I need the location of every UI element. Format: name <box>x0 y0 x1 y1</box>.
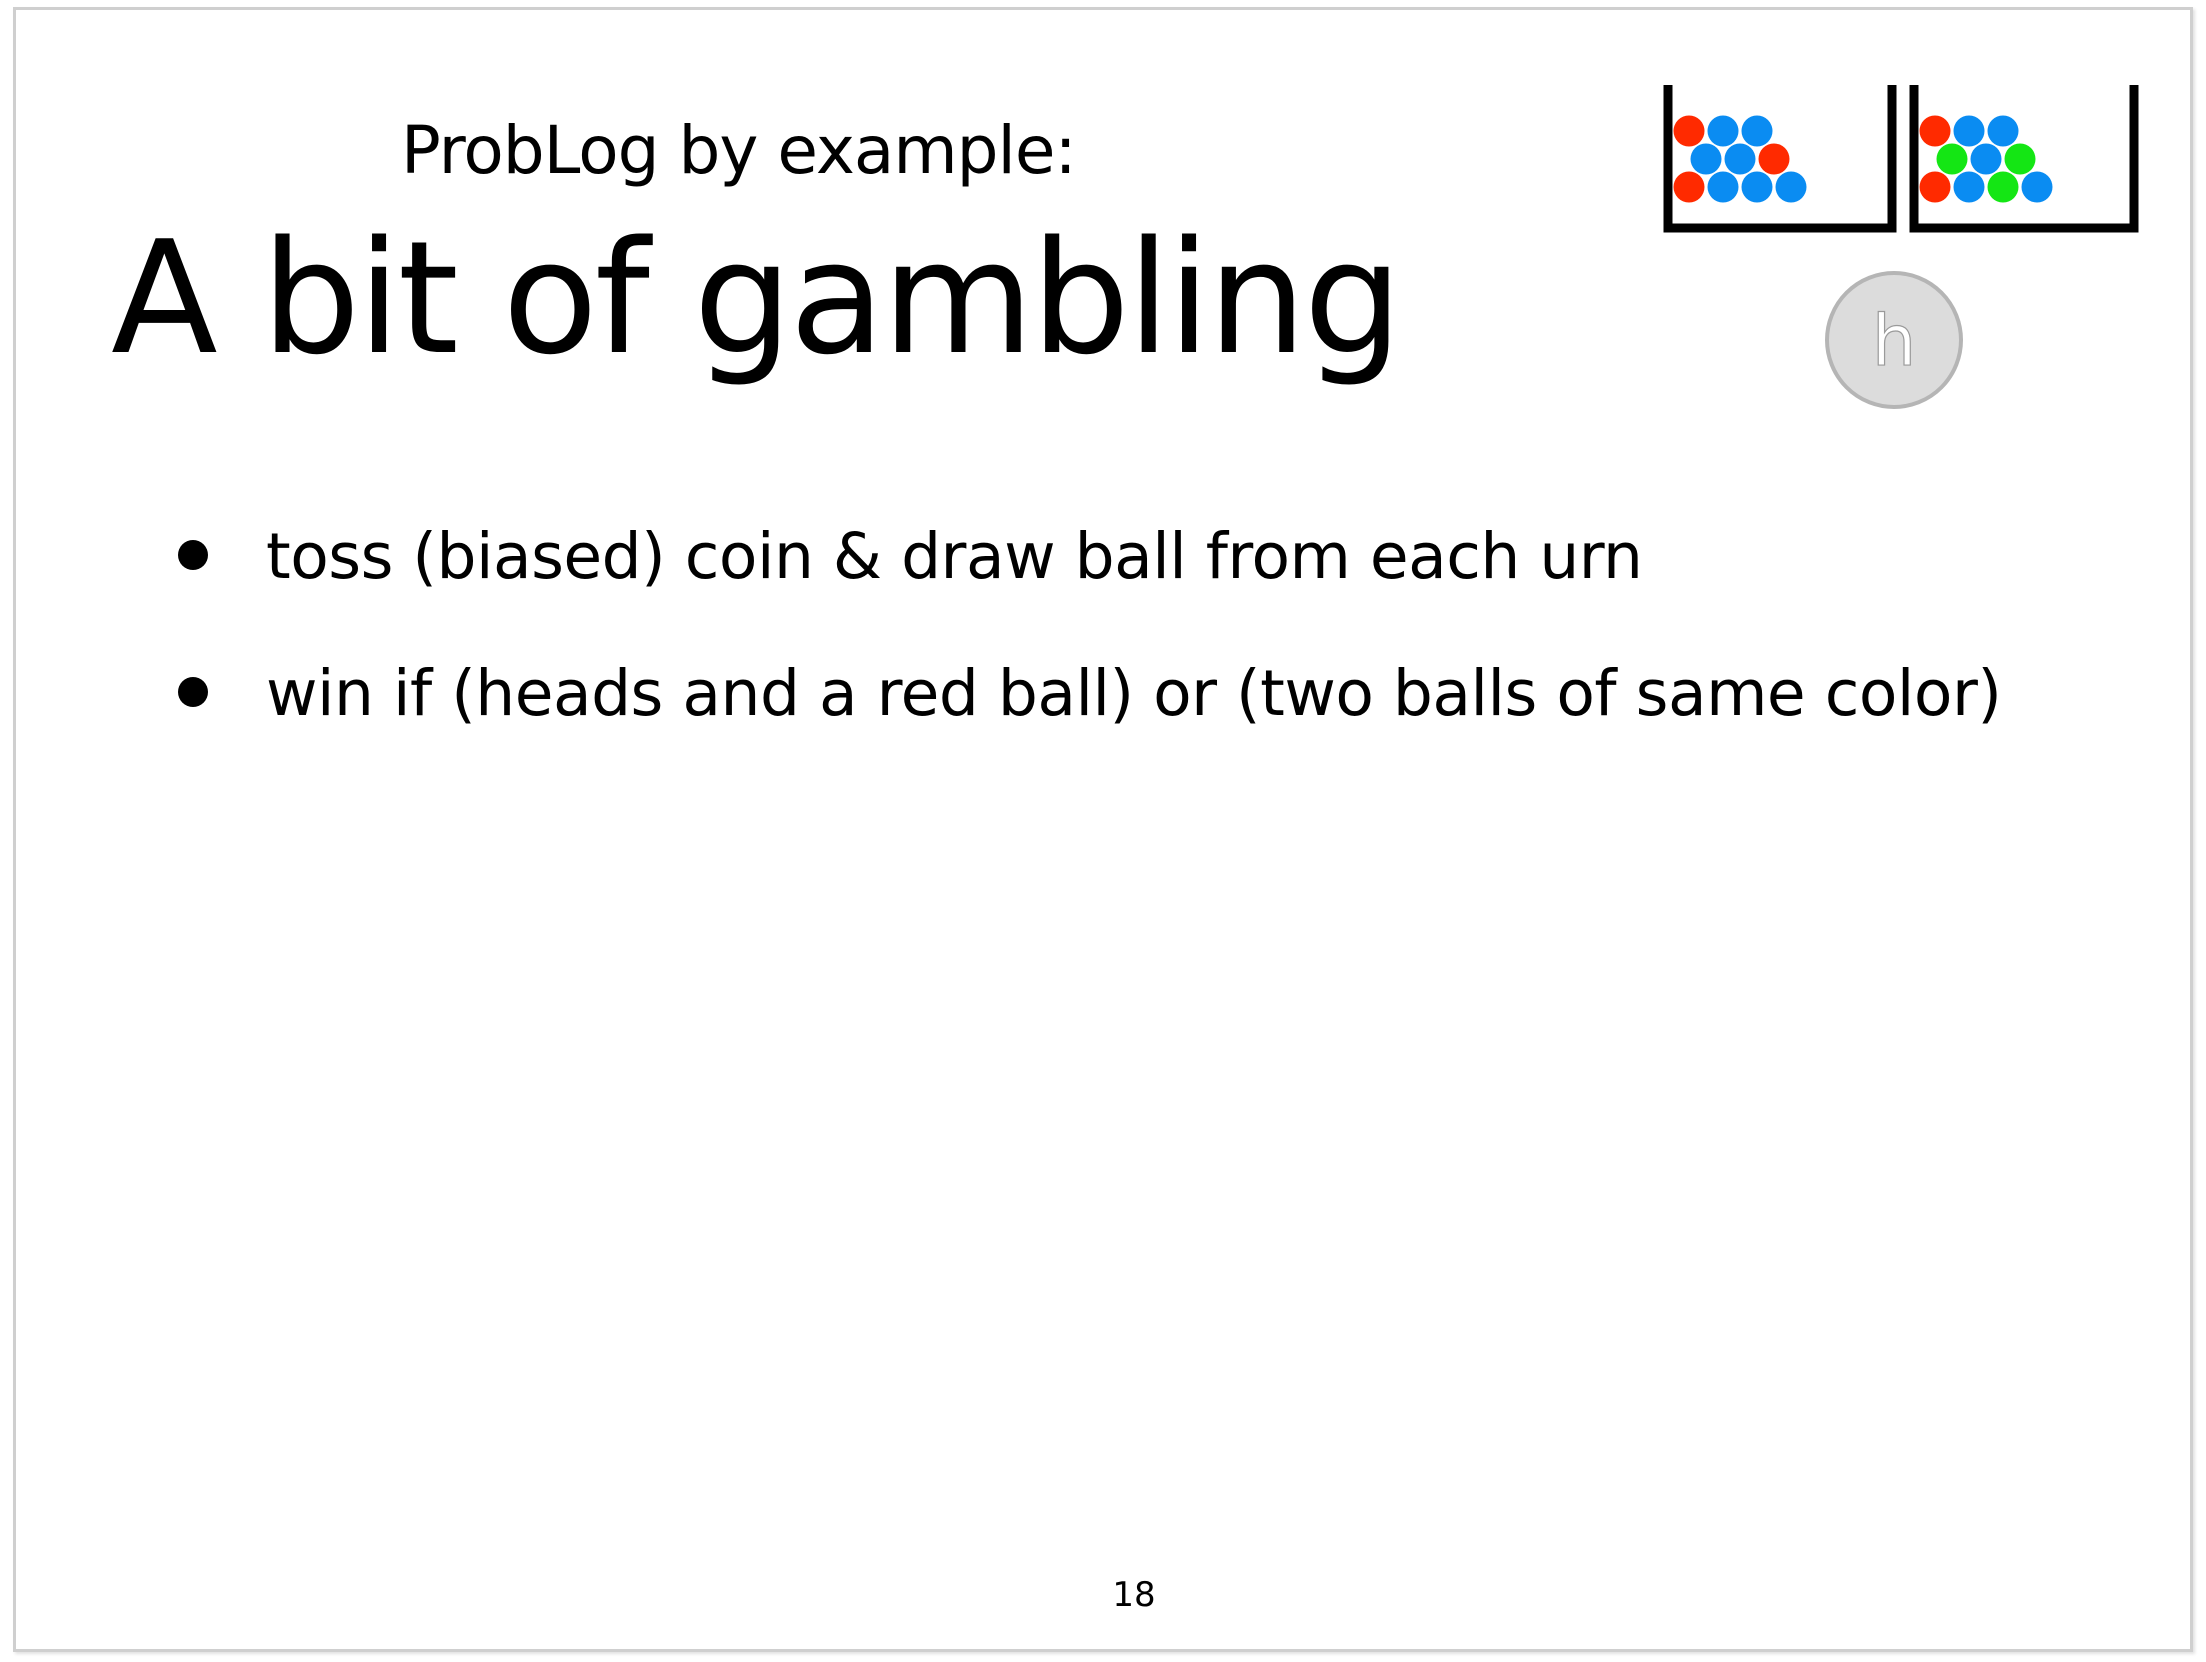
urn-right-balls <box>1919 115 2053 203</box>
bullet-dot-icon <box>178 677 208 707</box>
blue-ball <box>1724 143 1756 175</box>
slide: ProbLog by example: A bit of gambling to… <box>13 7 2193 1652</box>
blue-ball <box>1741 115 1773 147</box>
slide-title: A bit of gambling <box>111 207 1403 389</box>
bullet-text: win if (heads and a red ball) or (two ba… <box>266 657 2002 730</box>
urns-illustration <box>1663 85 2139 233</box>
red-ball <box>1673 115 1705 147</box>
blue-ball <box>1707 171 1739 203</box>
coin-icon: h <box>1825 271 1963 409</box>
green-ball <box>1936 143 1968 175</box>
green-ball <box>1987 171 2019 203</box>
blue-ball <box>1707 115 1739 147</box>
bullet-text: toss (biased) coin & draw ball from each… <box>266 520 1643 593</box>
blue-ball <box>1987 115 2019 147</box>
page-number: 18 <box>1112 1575 1156 1615</box>
red-ball <box>1919 115 1951 147</box>
green-ball <box>2004 143 2036 175</box>
red-ball <box>1758 143 1790 175</box>
blue-ball <box>1970 143 2002 175</box>
coin-label: h <box>1872 300 1916 382</box>
blue-ball <box>1690 143 1722 175</box>
blue-ball <box>1741 171 1773 203</box>
slide-subtitle: ProbLog by example: <box>401 112 1077 189</box>
blue-ball <box>1775 171 1807 203</box>
bullet-dot-icon <box>178 540 208 570</box>
blue-ball <box>1953 115 1985 147</box>
blue-ball <box>1953 171 1985 203</box>
blue-ball <box>2021 171 2053 203</box>
urn-left <box>1663 85 1897 233</box>
urn-left-balls <box>1673 115 1807 203</box>
red-ball <box>1673 171 1705 203</box>
red-ball <box>1919 171 1951 203</box>
urn-right <box>1909 85 2139 233</box>
